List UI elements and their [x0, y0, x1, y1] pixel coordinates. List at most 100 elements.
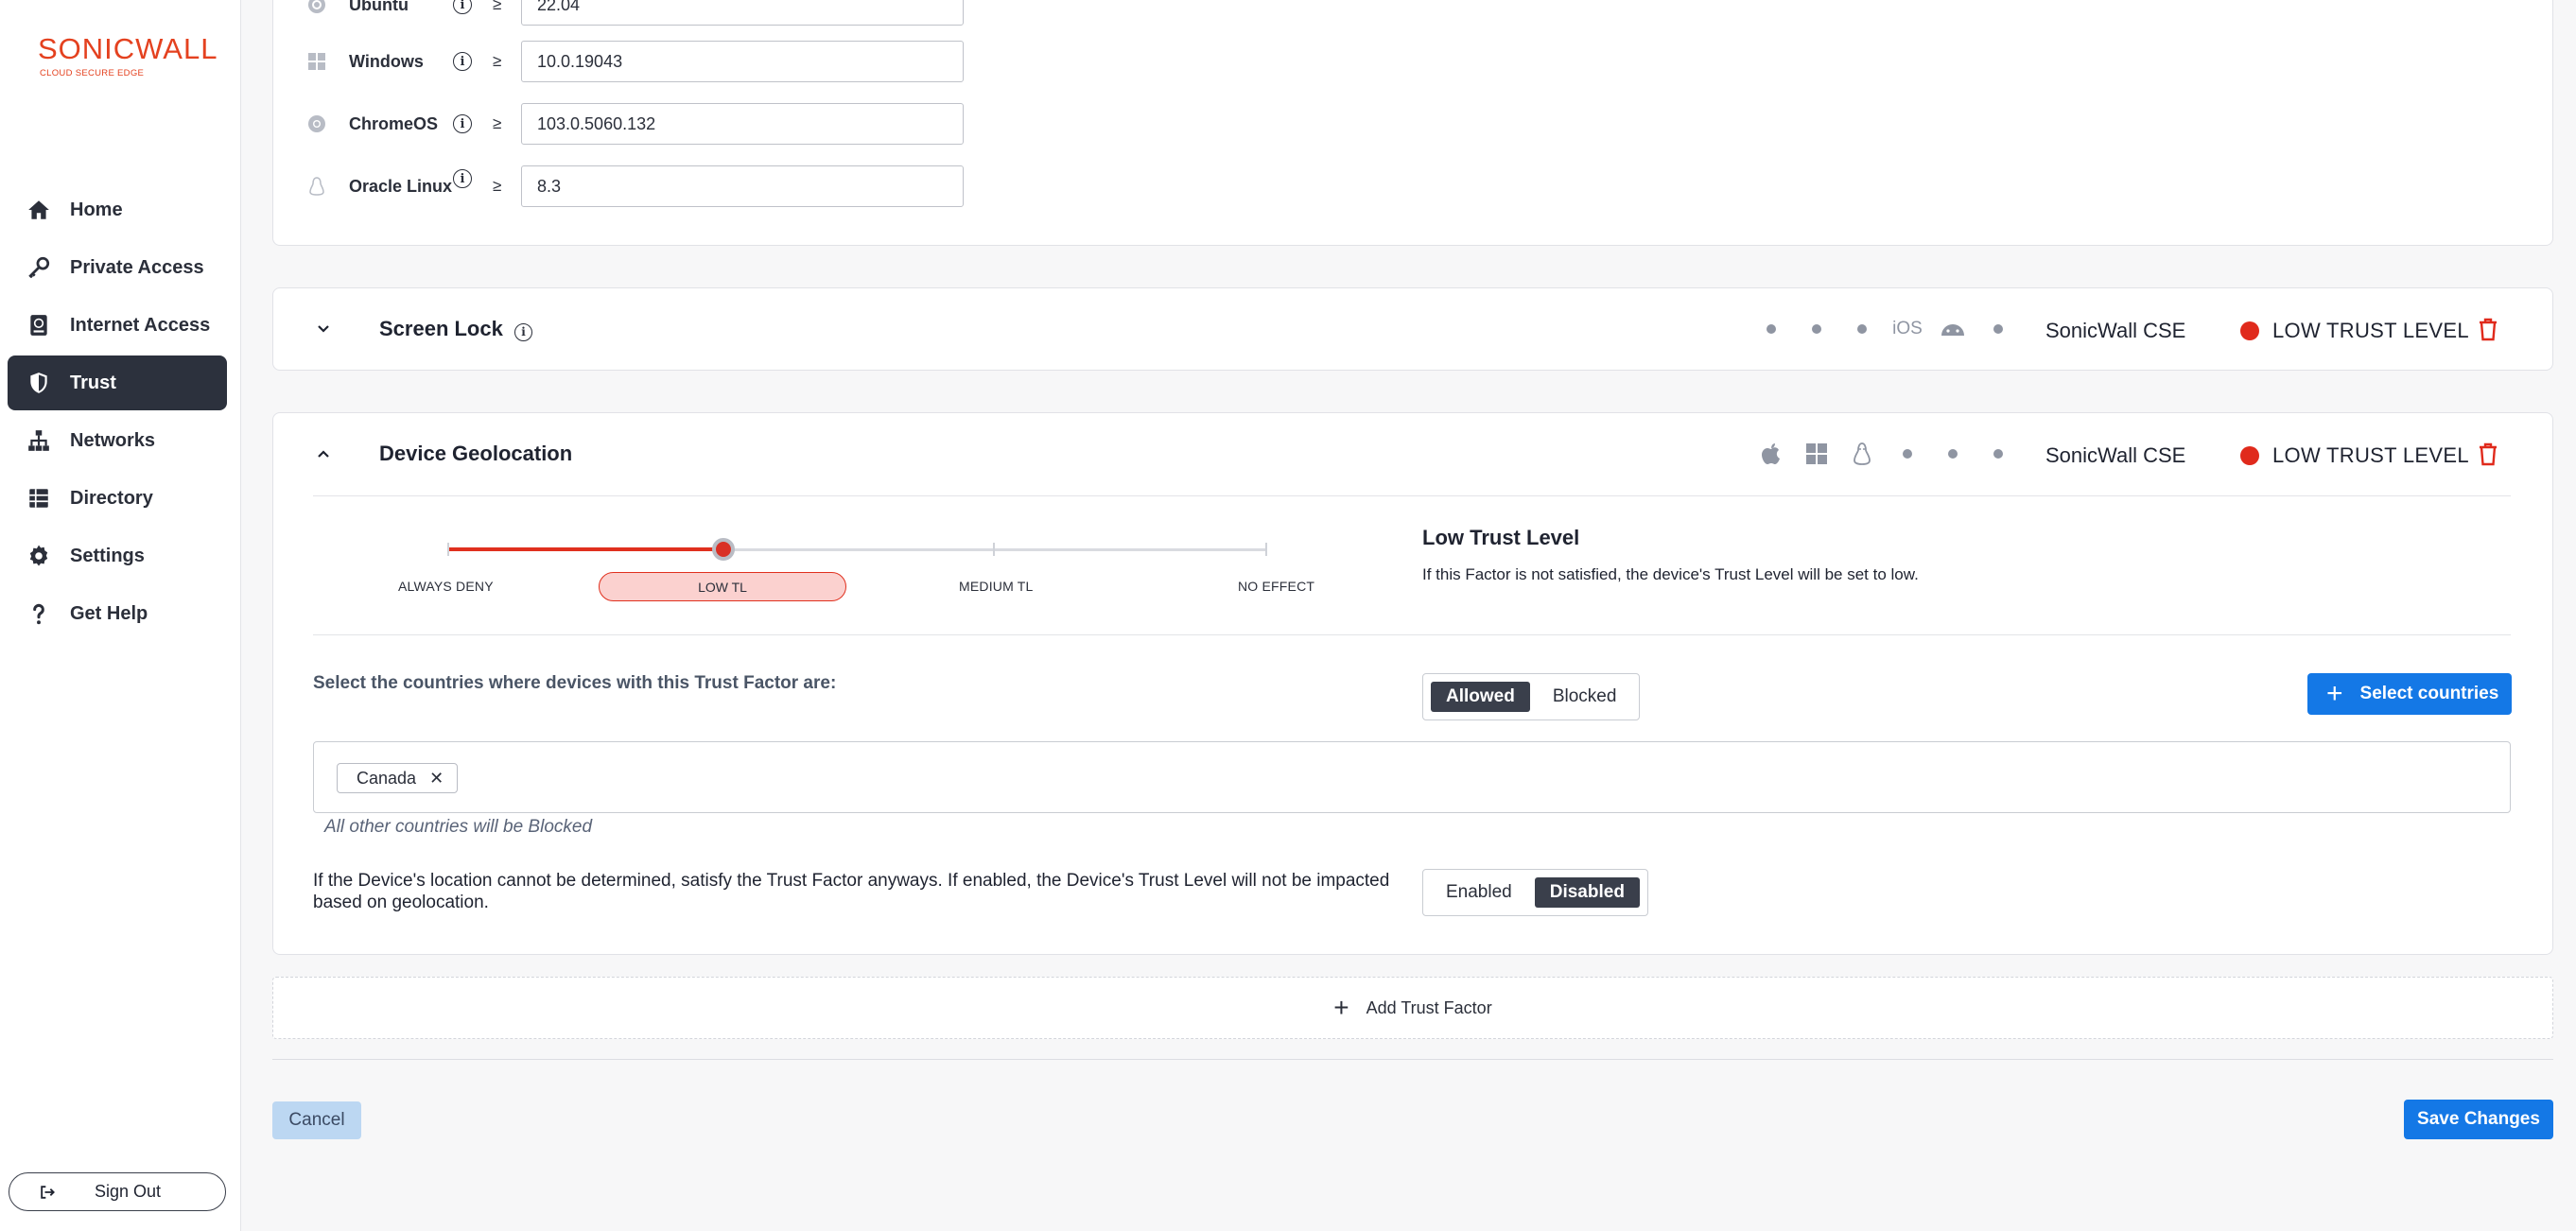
platform-windows-dot — [1794, 324, 1839, 334]
red-status-dot — [2240, 446, 2259, 465]
allowed-option[interactable]: Allowed — [1431, 682, 1530, 712]
sidebar-item-label: Trust — [70, 372, 116, 393]
home-icon — [28, 200, 49, 219]
factor-source: SonicWall CSE — [2045, 319, 2186, 342]
select-countries-button[interactable]: + Select countries — [2307, 673, 2512, 715]
sidebar-item-home[interactable]: Home — [8, 182, 227, 237]
trust-level-text: LOW TRUST LEVEL — [2272, 319, 2469, 342]
chevron-down-icon[interactable] — [315, 321, 332, 338]
slider-tick — [447, 543, 449, 556]
main-content: Ubuntu i ≥ 22.04 Windows i ≥ 10.0.19043 … — [242, 0, 2576, 1231]
country-selection-box[interactable]: Canada ✕ — [313, 741, 2511, 813]
trash-icon[interactable] — [2477, 442, 2499, 466]
version-input[interactable]: 8.3 — [521, 165, 964, 207]
trust-slider-thumb[interactable] — [712, 538, 735, 561]
save-changes-button[interactable]: Save Changes — [2404, 1100, 2553, 1139]
info-icon[interactable]: i — [453, 52, 472, 71]
slider-label-medium-tl[interactable]: MEDIUM TL — [959, 579, 1034, 594]
trust-level-badge: LOW TRUST LEVEL — [2240, 319, 2469, 343]
operator: ≥ — [493, 0, 502, 13]
allow-block-toggle: Allowed Blocked — [1422, 673, 1641, 720]
slider-label-no-effect[interactable]: NO EFFECT — [1238, 579, 1314, 594]
factor-title-text: Screen Lock — [379, 317, 503, 340]
country-chip-label: Canada — [357, 768, 417, 788]
enabled-option[interactable]: Enabled — [1431, 877, 1527, 908]
info-icon[interactable]: i — [453, 114, 472, 133]
ios-label: iOS — [1892, 319, 1923, 338]
platform-chromeos-dot — [1976, 449, 2021, 459]
info-icon[interactable]: i — [453, 169, 472, 188]
sign-out-button[interactable]: Sign Out — [9, 1172, 226, 1211]
info-icon[interactable]: i — [453, 0, 472, 14]
os-row-windows: Windows i ≥ 10.0.19043 — [308, 41, 964, 82]
version-input[interactable]: 22.04 — [521, 0, 964, 26]
select-countries-label: Select the countries where devices with … — [313, 673, 837, 693]
sign-out-icon — [41, 1185, 55, 1199]
sidebar-item-internet-access[interactable]: Internet Access — [8, 298, 227, 353]
slider-tick — [993, 543, 995, 556]
trust-level-title: Low Trust Level — [1422, 526, 1580, 549]
sonicwall-logo[interactable]: SONICWALL CLOUD SECURE EDGE — [38, 32, 218, 78]
factor-title[interactable]: Screen Lock i — [379, 317, 532, 341]
unknown-location-note: If the Device's location cannot be deter… — [313, 871, 1390, 912]
add-trust-factor-button[interactable]: + Add Trust Factor — [272, 977, 2553, 1039]
trust-level-badge: LOW TRUST LEVEL — [2240, 443, 2469, 468]
sidebar-item-networks[interactable]: Networks — [8, 413, 227, 468]
sidebar-item-trust[interactable]: Trust — [8, 355, 227, 410]
platform-linux-dot — [1839, 324, 1885, 334]
ubuntu-icon — [306, 0, 327, 15]
platform-icons: iOS — [1749, 319, 2021, 339]
trash-icon[interactable] — [2477, 317, 2499, 341]
divider — [272, 1059, 2553, 1060]
sidebar: SONICWALL CLOUD SECURE EDGE Home Private… — [0, 0, 241, 1231]
version-input[interactable]: 103.0.5060.132 — [521, 103, 964, 145]
chrome-icon — [306, 113, 327, 134]
disabled-option[interactable]: Disabled — [1534, 877, 1640, 908]
plus-icon: + — [2326, 678, 2343, 709]
platform-chromeos-dot — [1976, 324, 2021, 334]
platform-ios-dot — [1885, 449, 1930, 459]
brand-tagline: CLOUD SECURE EDGE — [40, 68, 145, 78]
brand-name: SONICWALL — [38, 32, 218, 65]
trust-slider-fill — [448, 547, 722, 551]
apple-icon — [1749, 442, 1794, 465]
add-trust-factor-label: Add Trust Factor — [1366, 997, 1492, 1017]
globe-book-icon — [30, 315, 47, 336]
linux-icon — [306, 176, 327, 197]
chevron-up-icon[interactable] — [315, 445, 332, 462]
gear-icon — [29, 545, 48, 566]
os-name: Oracle Linux — [349, 177, 453, 196]
network-icon — [28, 430, 49, 451]
sidebar-item-settings[interactable]: Settings — [8, 529, 227, 583]
factor-title[interactable]: Device Geolocation — [379, 442, 572, 466]
os-name: Windows — [349, 52, 424, 71]
select-countries-label: Select countries — [2359, 684, 2499, 703]
sidebar-item-private-access[interactable]: Private Access — [8, 240, 227, 295]
version-input[interactable]: 10.0.19043 — [521, 41, 964, 82]
android-icon — [1930, 321, 1976, 337]
sidebar-item-directory[interactable]: Directory — [8, 471, 227, 526]
trust-level-text: LOW TRUST LEVEL — [2272, 443, 2469, 467]
sign-out-label: Sign Out — [95, 1182, 162, 1201]
plus-icon: + — [1333, 993, 1349, 1022]
platform-macos-dot — [1749, 324, 1794, 334]
blocked-option[interactable]: Blocked — [1538, 682, 1632, 712]
red-status-dot — [2240, 321, 2259, 340]
shield-icon — [30, 373, 47, 393]
info-icon[interactable]: i — [513, 322, 532, 341]
key-icon — [28, 256, 50, 279]
slider-label-low-tl[interactable]: LOW TL — [599, 572, 846, 601]
sidebar-item-get-help[interactable]: Get Help — [8, 586, 227, 641]
question-icon — [33, 603, 44, 625]
list-icon — [29, 489, 48, 508]
sidebar-item-label: Networks — [70, 429, 156, 451]
os-name: Ubuntu — [349, 0, 409, 14]
country-chip: Canada ✕ — [337, 763, 459, 793]
slider-label-always-deny[interactable]: ALWAYS DENY — [398, 579, 494, 594]
sidebar-item-label: Directory — [70, 487, 153, 509]
remove-country-icon[interactable]: ✕ — [429, 769, 444, 789]
cancel-button[interactable]: Cancel — [272, 1101, 361, 1139]
os-row-oracle-linux: Oracle Linux i ≥ 8.3 — [309, 165, 964, 207]
trust-level-description: If this Factor is not satisfied, the dev… — [1422, 565, 1919, 583]
sidebar-item-label: Internet Access — [70, 314, 211, 336]
